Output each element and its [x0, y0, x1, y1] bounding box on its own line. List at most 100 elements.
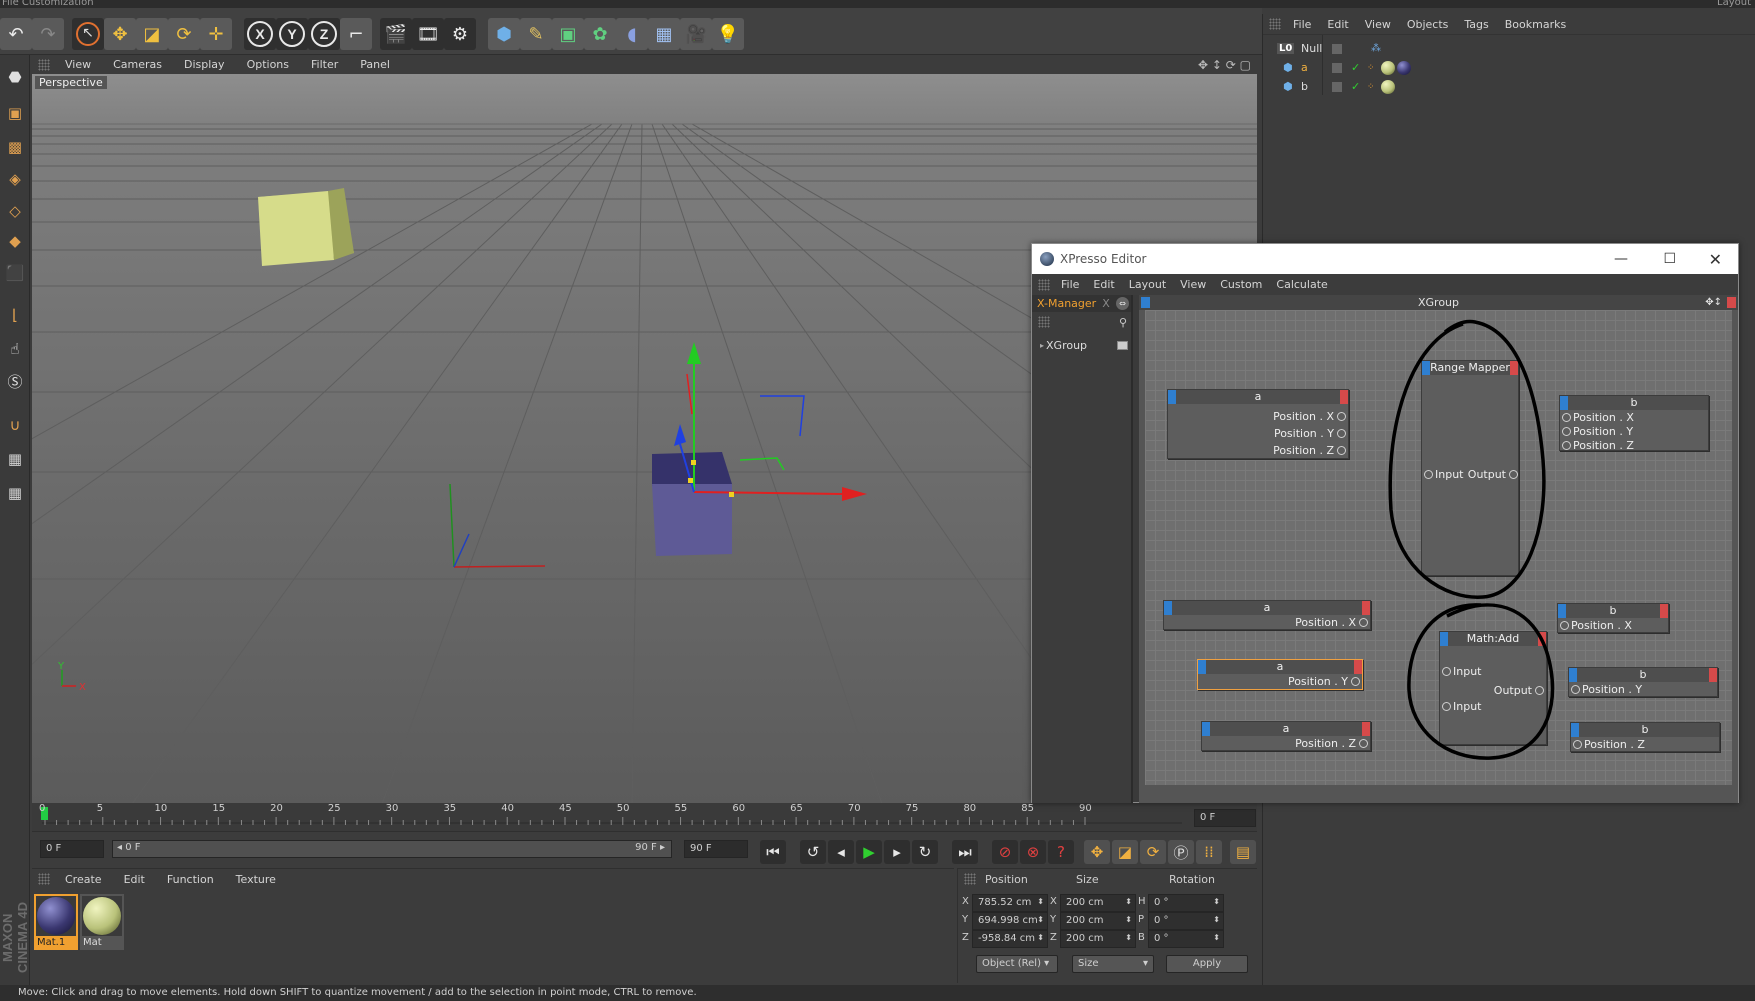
camera-icon[interactable]: 🎥 [680, 18, 712, 50]
subdivision-icon[interactable]: ▣ [552, 18, 584, 50]
blue-cube-object[interactable] [652, 452, 732, 556]
edges-mode-icon[interactable]: ◆ [2, 227, 28, 255]
grip-icon[interactable] [964, 873, 976, 885]
model-mode-icon[interactable]: ⬣ [2, 63, 28, 91]
grip-icon[interactable] [38, 58, 50, 71]
tab-close-x[interactable]: X [1102, 297, 1110, 310]
next-frame-icon[interactable]: ▸ [884, 840, 910, 864]
move-icon[interactable]: ✥ [104, 18, 136, 50]
apply-button[interactable]: Apply [1166, 955, 1248, 973]
x-axis-icon[interactable]: X [244, 18, 276, 50]
search-icon[interactable]: ⚲ [1119, 316, 1127, 329]
objmgr-menu-bookmarks[interactable]: Bookmarks [1497, 18, 1574, 31]
snap-icon[interactable]: Ⓢ [2, 367, 28, 395]
grid-icon[interactable]: ▦ [2, 479, 28, 507]
viewport-menu-filter[interactable]: Filter [300, 58, 349, 71]
xgroup-output-bar[interactable] [1727, 297, 1736, 308]
xgroup-header[interactable]: XGroup ✥↕ [1139, 295, 1738, 310]
port-position-y[interactable]: Position . Y [1560, 424, 1708, 439]
keyframe-selection-icon[interactable]: ? [1048, 840, 1074, 864]
previous-frame-icon[interactable]: ◂ [828, 840, 854, 864]
port-position-x[interactable]: Position . X [1164, 615, 1370, 630]
cloner-icon[interactable]: ✿ [584, 18, 616, 50]
size-field[interactable]: 200 cm ⬍ [1060, 912, 1136, 930]
size-field[interactable]: 200 cm ⬍ [1060, 894, 1136, 912]
close-icon[interactable]: ✕ [1709, 250, 1722, 269]
position-field[interactable]: 785.52 cm ⬍ [972, 894, 1048, 912]
enabled-check-icon[interactable]: ✓ [1351, 61, 1360, 74]
maximize-icon[interactable]: ☐ [1663, 251, 1676, 267]
tab-x-manager[interactable]: X-Manager [1037, 297, 1096, 310]
redo-icon[interactable]: ↷ [32, 18, 64, 50]
port-position-z[interactable]: Position . Z [1202, 736, 1370, 751]
z-axis-icon[interactable]: Z [308, 18, 340, 50]
key-parameter-icon[interactable]: Ⓟ [1168, 840, 1194, 864]
port-position-z[interactable]: Position . Z [1168, 443, 1348, 458]
tweak-icon[interactable]: ☝ [2, 335, 28, 363]
pen-icon[interactable]: ✎ [520, 18, 552, 50]
minimize-icon[interactable]: — [1614, 251, 1628, 267]
top-menu-text[interactable]: File Customization [2, 0, 94, 8]
viewport-menu-panel[interactable]: Panel [349, 58, 401, 71]
node-b-position-x[interactable]: b Position . X [1557, 603, 1669, 633]
grip-icon[interactable] [1038, 316, 1050, 328]
xpresso-menu-layout[interactable]: Layout [1122, 278, 1173, 291]
node-grid-area[interactable]: a Position . X Position . Y Position . Z… [1145, 310, 1732, 785]
points-mode-icon[interactable]: ◇ [2, 197, 28, 225]
next-key-icon[interactable]: ↻ [912, 840, 938, 864]
material-menu-edit[interactable]: Edit [113, 873, 156, 886]
viewport-menu-options[interactable]: Options [236, 58, 300, 71]
cube-icon[interactable]: ⬢ [488, 18, 520, 50]
scale-icon[interactable]: ◪ [136, 18, 168, 50]
grip-icon[interactable] [38, 873, 50, 885]
size-mode-select[interactable]: Size ▾ [1072, 955, 1154, 973]
record-active-icon[interactable]: ⊘ [992, 840, 1018, 864]
visibility-icon[interactable] [1332, 62, 1342, 73]
render-view-icon[interactable]: 🎬 [380, 18, 412, 50]
object-row-null[interactable]: L0 Null ⁂ [1263, 39, 1755, 58]
port-position-x[interactable]: Position . X [1168, 409, 1348, 424]
rotation-field[interactable]: 0 ° ⬍ [1148, 912, 1224, 930]
tree-item-xgroup[interactable]: ▸ XGroup [1040, 337, 1130, 353]
undo-icon[interactable]: ↶ [0, 18, 32, 50]
objmgr-menu-tags[interactable]: Tags [1456, 18, 1496, 31]
go-to-start-icon[interactable]: ⏮ [760, 840, 786, 864]
material-tag-icon[interactable] [1381, 60, 1395, 75]
xpresso-menu-file[interactable]: File [1054, 278, 1086, 291]
visibility-icon[interactable] [1332, 81, 1342, 92]
enabled-check-icon[interactable]: ✓ [1351, 80, 1360, 93]
object-row-a[interactable]: ⬢ a ✓ ⁘ [1263, 58, 1755, 77]
key-rotation-icon[interactable]: ⟳ [1140, 840, 1166, 864]
render-picture-viewer-icon[interactable]: 🎞 [412, 18, 444, 50]
autokey-icon[interactable]: ⊗ [1020, 840, 1046, 864]
coordinate-system-icon[interactable]: ⌐ [340, 18, 372, 50]
frame-range-slider[interactable]: ◂ 0 F 90 F ▸ [112, 840, 672, 858]
material-item-mat[interactable]: Mat [80, 894, 124, 950]
grip-icon[interactable] [1038, 278, 1050, 291]
xpresso-tag-icon[interactable]: ⁂ [1371, 43, 1381, 54]
play-icon[interactable]: ▶ [856, 840, 882, 864]
polygons-mode-icon[interactable]: ⬛ [2, 259, 28, 287]
node-range-mapper[interactable]: Range Mapper Input Output [1421, 360, 1519, 576]
node-a-position-z[interactable]: a Position . Z [1201, 721, 1371, 751]
layout-label[interactable]: Layout [1717, 0, 1751, 8]
canvas-nav-icons[interactable]: ✥↕ [1705, 295, 1722, 310]
port-input-1[interactable]: Input [1440, 664, 1481, 679]
xpresso-menu-custom[interactable]: Custom [1213, 278, 1269, 291]
coord-mode-select[interactable]: Object (Rel) ▾ [976, 955, 1058, 973]
port-position-x[interactable]: Position . X [1560, 410, 1708, 425]
start-frame-field[interactable]: 0 F [40, 840, 104, 858]
end-frame-field[interactable]: 90 F [684, 840, 748, 858]
node-b-position-y[interactable]: b Position . Y [1568, 667, 1718, 697]
yellow-cube-object[interactable] [258, 188, 354, 266]
previous-key-icon[interactable]: ↺ [800, 840, 826, 864]
timeline-window-icon[interactable]: ▤ [1230, 840, 1256, 864]
node-math-add[interactable]: Math:Add Input Output Input [1439, 631, 1547, 745]
material-menu-function[interactable]: Function [156, 873, 225, 886]
texture-mode-icon[interactable]: ▩ [2, 133, 28, 161]
viewport-menu-display[interactable]: Display [173, 58, 236, 71]
deformer-icon[interactable]: ◖ [616, 18, 648, 50]
viewport-menu-view[interactable]: View [54, 58, 102, 71]
current-frame-field[interactable]: 0 F [1194, 809, 1256, 827]
objmgr-menu-edit[interactable]: Edit [1319, 18, 1356, 31]
